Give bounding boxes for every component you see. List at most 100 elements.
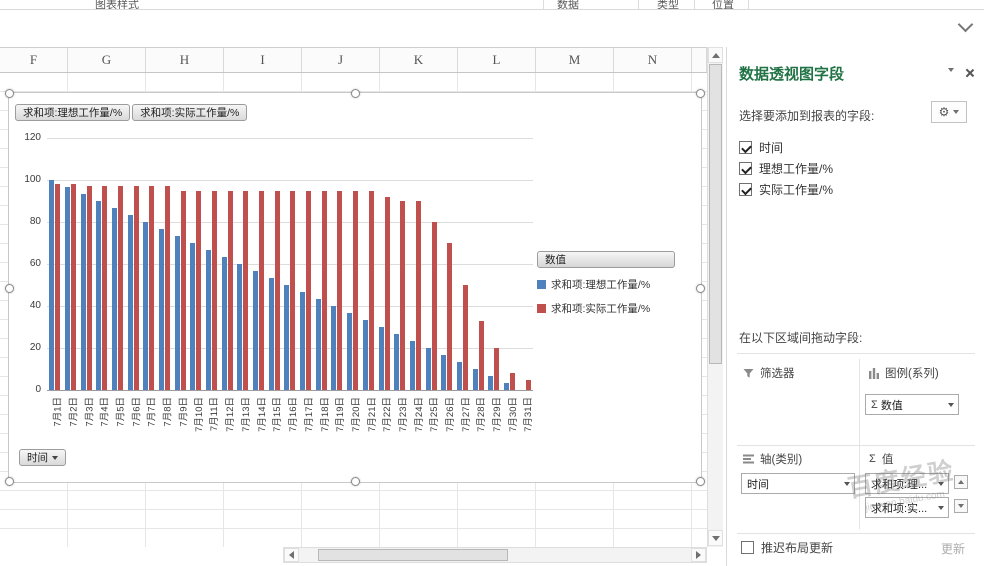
chart-bar[interactable] (206, 249, 212, 390)
vertical-scroll-thumb[interactable] (709, 64, 722, 364)
chart-bar[interactable] (315, 299, 321, 390)
chart-bar[interactable] (488, 375, 494, 390)
chart-legend[interactable]: 数值 求和项:理想工作量/% 求和项:实际工作量/% (537, 251, 689, 316)
chart-bar[interactable] (509, 373, 515, 390)
column-header-F[interactable]: F (0, 48, 68, 72)
checkbox[interactable] (739, 183, 752, 196)
chart-bar[interactable] (221, 257, 227, 390)
values-scroll-down-button[interactable] (954, 499, 968, 513)
chart-bar[interactable] (384, 196, 390, 390)
scroll-right-button[interactable] (691, 548, 706, 562)
chart-bar[interactable] (190, 243, 196, 390)
dropdown-arrow-icon[interactable] (933, 481, 948, 486)
horizontal-scrollbar[interactable] (283, 547, 707, 563)
chart-bar[interactable] (274, 190, 280, 390)
chart-bar[interactable] (149, 186, 155, 390)
chart-bar[interactable] (378, 327, 384, 390)
scroll-left-button[interactable] (284, 548, 299, 562)
chart-bar[interactable] (478, 320, 484, 390)
field-checkbox-row[interactable]: 理想工作量/% (739, 158, 971, 179)
chart-bar[interactable] (431, 222, 437, 390)
chart-resize-handle[interactable] (5, 89, 14, 98)
chart-bar[interactable] (347, 312, 353, 390)
chart-bar[interactable] (70, 184, 76, 390)
chart-bar[interactable] (80, 194, 86, 390)
chart-bar[interactable] (112, 207, 117, 390)
area-item-时间[interactable]: 时间 (741, 473, 855, 494)
field-checkbox-row[interactable]: 实际工作量/% (739, 179, 971, 200)
chart-bar[interactable] (447, 243, 453, 390)
chart-bar[interactable] (494, 348, 500, 390)
chart-resize-handle[interactable] (351, 477, 360, 486)
chart-bar[interactable] (415, 201, 421, 390)
chart-resize-handle[interactable] (696, 284, 705, 293)
chart-bar[interactable] (525, 379, 531, 390)
chart-bar[interactable] (321, 190, 327, 390)
chart-bar[interactable] (306, 190, 312, 390)
chart-bar[interactable] (49, 180, 55, 390)
chart-bar[interactable] (337, 190, 343, 390)
column-header-N[interactable]: N (614, 48, 692, 72)
chart-bar[interactable] (400, 201, 406, 390)
checkbox[interactable] (739, 141, 752, 154)
checkbox[interactable] (739, 162, 752, 175)
chart-bar[interactable] (425, 348, 431, 390)
chart-bar[interactable] (159, 228, 165, 390)
chart-bar[interactable] (196, 190, 202, 390)
chart-bar[interactable] (86, 186, 92, 390)
chart-bar[interactable] (64, 186, 70, 390)
chart-bar[interactable] (253, 270, 259, 390)
column-header-L[interactable]: L (458, 48, 536, 72)
dropdown-arrow-icon[interactable] (933, 505, 948, 510)
series-field-button[interactable]: 求和项:实际工作量/% (132, 104, 248, 121)
chart-bar[interactable] (394, 333, 400, 390)
chart-bar[interactable] (503, 383, 509, 390)
scroll-down-button[interactable] (708, 530, 723, 546)
chart-resize-handle[interactable] (5, 284, 14, 293)
chart-bar[interactable] (259, 190, 265, 390)
column-header-J[interactable]: J (302, 48, 380, 72)
defer-layout-update-checkbox[interactable]: 推迟布局更新 (741, 539, 833, 556)
dropdown-arrow-icon[interactable] (943, 402, 958, 407)
chart-bar[interactable] (118, 186, 123, 390)
field-checkbox-row[interactable]: 时间 (739, 137, 971, 158)
chart-bar[interactable] (268, 278, 274, 390)
chart-bar[interactable] (237, 264, 243, 390)
chart-bar[interactable] (180, 190, 186, 390)
chevron-down-icon[interactable] (954, 16, 976, 36)
fields-options-button[interactable]: ⚙ (931, 101, 967, 123)
chart-bar[interactable] (96, 201, 102, 390)
chart-bar[interactable] (227, 190, 233, 390)
chart-bar[interactable] (368, 190, 374, 390)
axis-field-button[interactable]: 时间 (19, 449, 66, 466)
chart-resize-handle[interactable] (351, 89, 360, 98)
chart-bar[interactable] (143, 222, 149, 390)
chart-bar[interactable] (331, 306, 337, 390)
chart-bar[interactable] (127, 215, 133, 390)
column-header-H[interactable]: H (146, 48, 224, 72)
chart-resize-handle[interactable] (696, 89, 705, 98)
chart-bar[interactable] (165, 186, 171, 390)
chart-bar[interactable] (362, 320, 368, 390)
chart-resize-handle[interactable] (5, 477, 14, 486)
column-header-K[interactable]: K (380, 48, 458, 72)
column-header-M[interactable]: M (536, 48, 614, 72)
scroll-up-button[interactable] (708, 47, 723, 63)
pane-options-icon[interactable] (948, 68, 954, 90)
dropdown-arrow-icon[interactable] (839, 481, 854, 486)
chart-bar[interactable] (243, 190, 249, 390)
chart-bar[interactable] (462, 285, 468, 390)
chart-bar[interactable] (441, 354, 447, 390)
chart-bar[interactable] (284, 285, 290, 390)
chart-bar[interactable] (456, 362, 462, 390)
chart-bar[interactable] (133, 186, 139, 390)
series-field-button[interactable]: 求和项:理想工作量/% (15, 104, 131, 121)
chart-bar[interactable] (55, 184, 61, 390)
chart-bar[interactable] (102, 186, 108, 390)
chart-bar[interactable] (174, 236, 180, 390)
chart-bar[interactable] (212, 190, 218, 390)
update-button[interactable]: 更新 (941, 540, 965, 557)
legend-field-button[interactable]: 数值 (537, 251, 675, 268)
pivot-chart[interactable]: 求和项:理想工作量/% 求和项:实际工作量/% 数值 求和项:理想工作量/% 求和… (5, 89, 705, 486)
chart-bar[interactable] (290, 190, 296, 390)
